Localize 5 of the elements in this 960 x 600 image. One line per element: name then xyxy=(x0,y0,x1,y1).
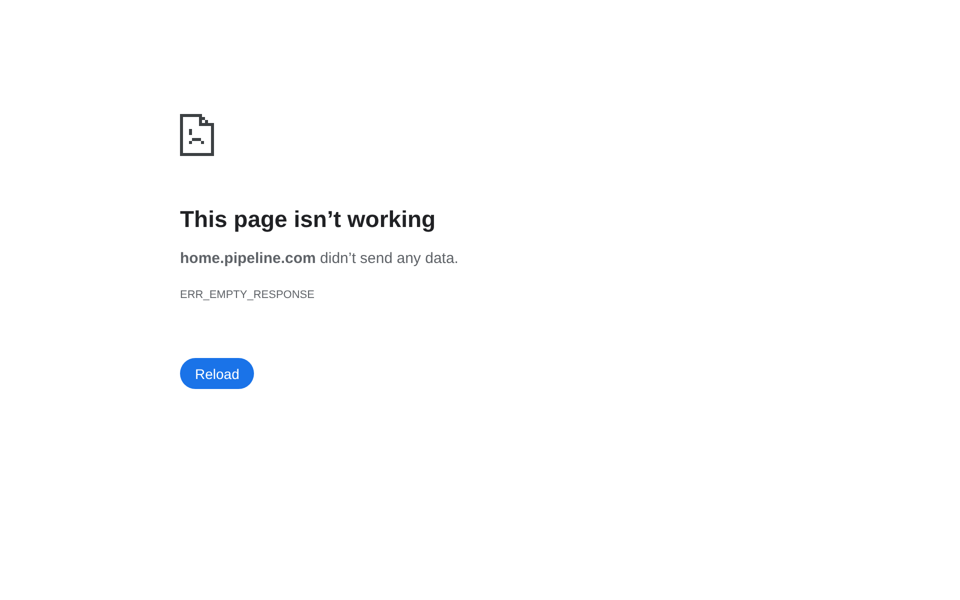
sad-document-icon xyxy=(180,114,214,156)
error-code: ERR_EMPTY_RESPONSE xyxy=(180,288,314,302)
page-heading: This page isn’t working xyxy=(180,205,436,234)
error-message: home.pipeline.com didn’t send any data. xyxy=(180,249,458,269)
reload-button[interactable]: Reload xyxy=(180,358,254,389)
